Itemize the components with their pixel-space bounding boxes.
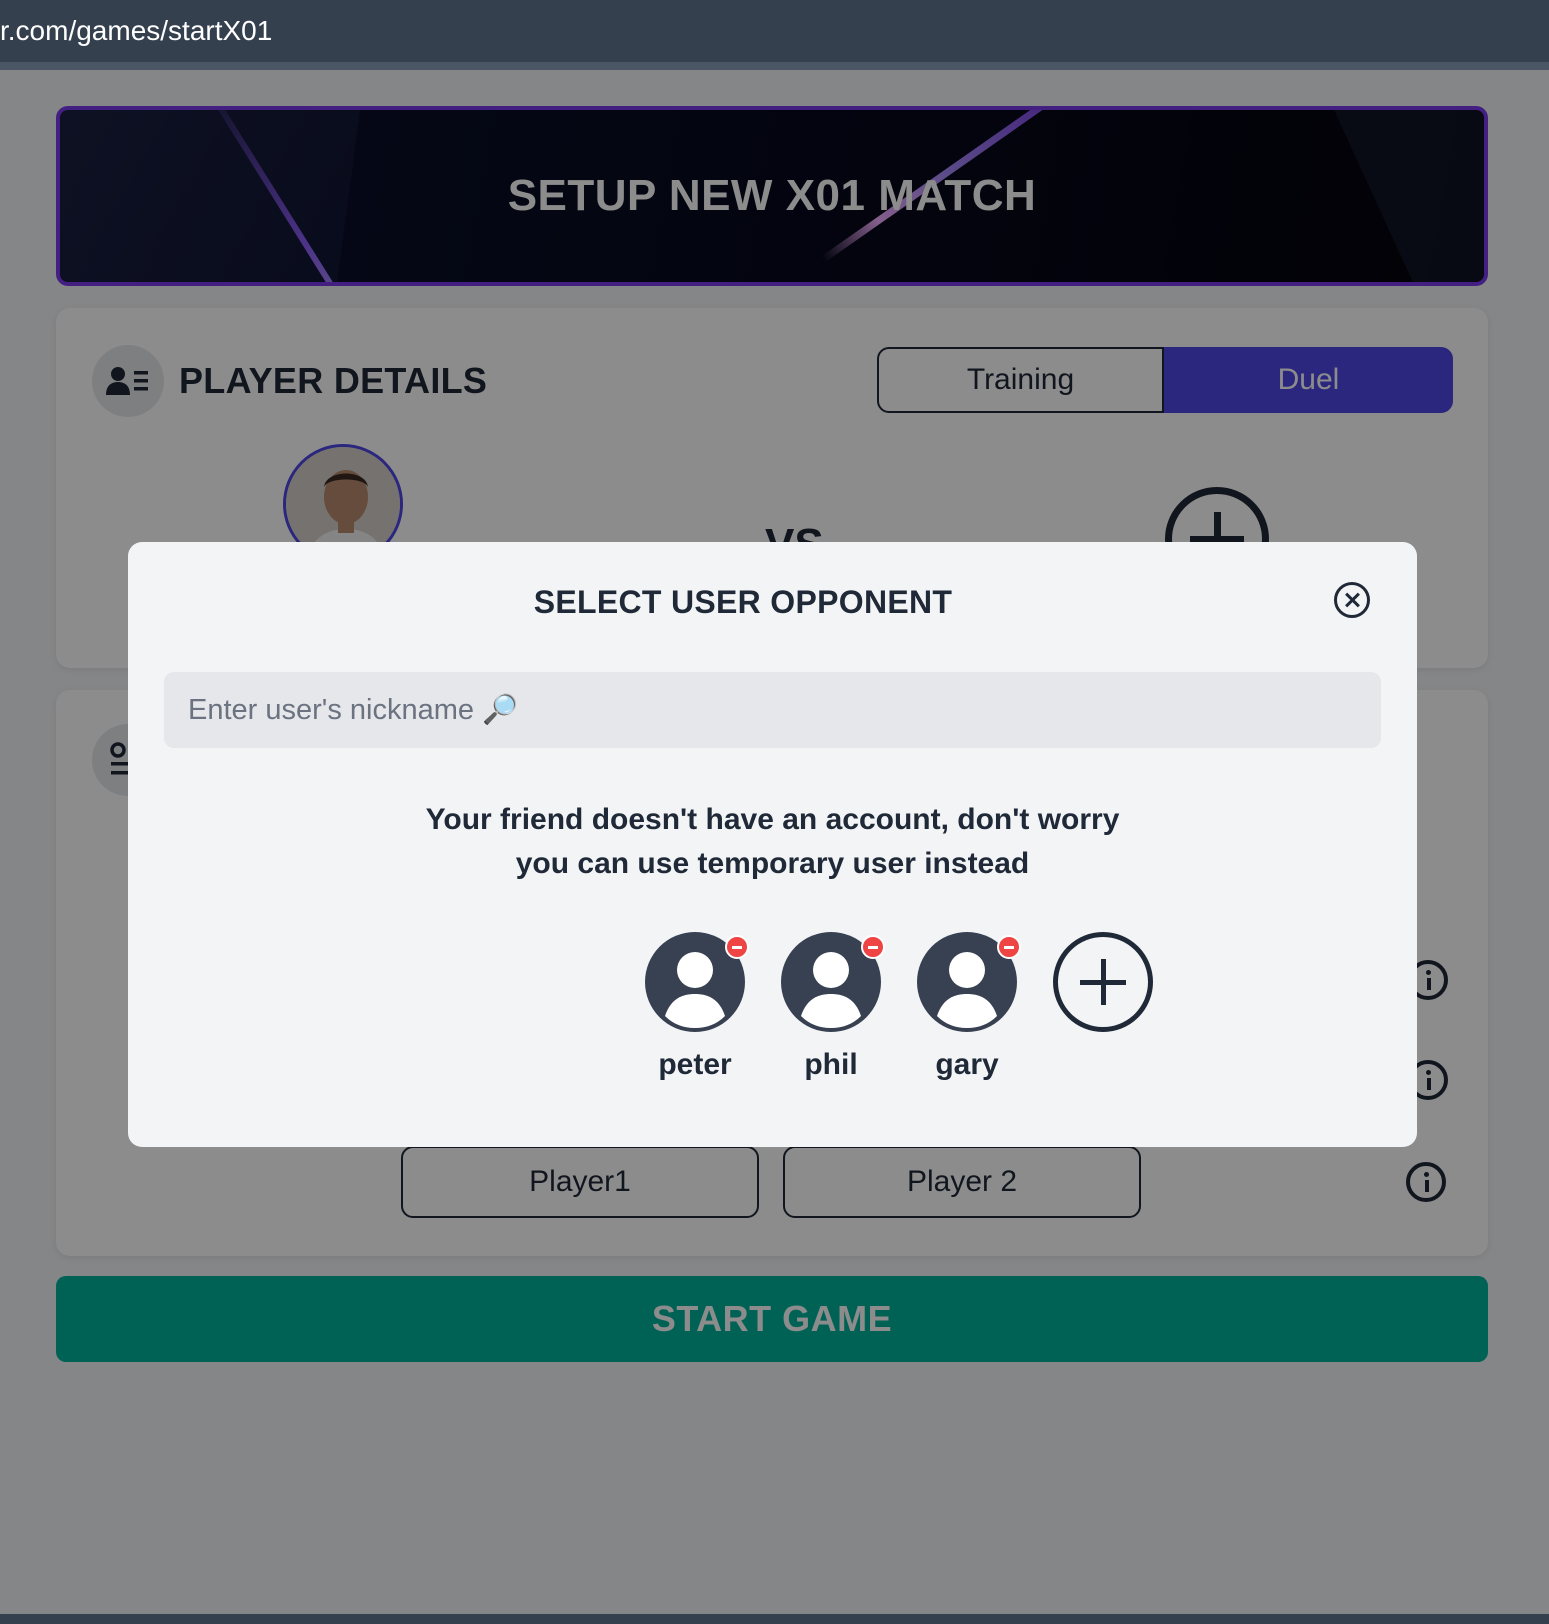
user-name: peter — [658, 1048, 732, 1081]
remove-user-icon[interactable] — [861, 935, 885, 959]
user-avatar-icon[interactable] — [917, 932, 1021, 1032]
user-name: gary — [935, 1048, 999, 1081]
nickname-search-input[interactable] — [164, 672, 1381, 748]
close-icon[interactable] — [1334, 582, 1370, 618]
temporary-user-hint: Your friend doesn't have an account, don… — [128, 798, 1417, 886]
url-text[interactable]: r.com/games/startX01 — [0, 15, 272, 46]
modal-title: SELECT USER OPPONENT — [533, 584, 953, 620]
remove-user-icon[interactable] — [997, 935, 1021, 959]
temporary-users-list: peter phil gary — [516, 932, 1153, 1102]
select-opponent-modal: SELECT USER OPPONENT Your friend doesn't… — [128, 542, 1417, 1147]
hint-line-1: Your friend doesn't have an account, don… — [425, 803, 1120, 836]
user-avatar-icon[interactable] — [645, 932, 749, 1032]
user-name: phil — [804, 1048, 858, 1081]
temporary-user-phil[interactable]: phil — [781, 932, 885, 1082]
add-temporary-user-button[interactable] — [1053, 932, 1153, 1032]
remove-user-icon[interactable] — [725, 935, 749, 959]
hint-line-2: you can use temporary user instead — [515, 847, 1030, 880]
url-bar-divider — [0, 62, 1549, 70]
window-bottom-edge — [0, 1614, 1549, 1624]
browser-url-bar[interactable]: r.com/games/startX01 — [0, 0, 1549, 62]
user-avatar-icon[interactable] — [781, 932, 885, 1032]
temporary-user-peter[interactable]: peter — [645, 932, 749, 1082]
temporary-user-gary[interactable]: gary — [917, 932, 1021, 1082]
